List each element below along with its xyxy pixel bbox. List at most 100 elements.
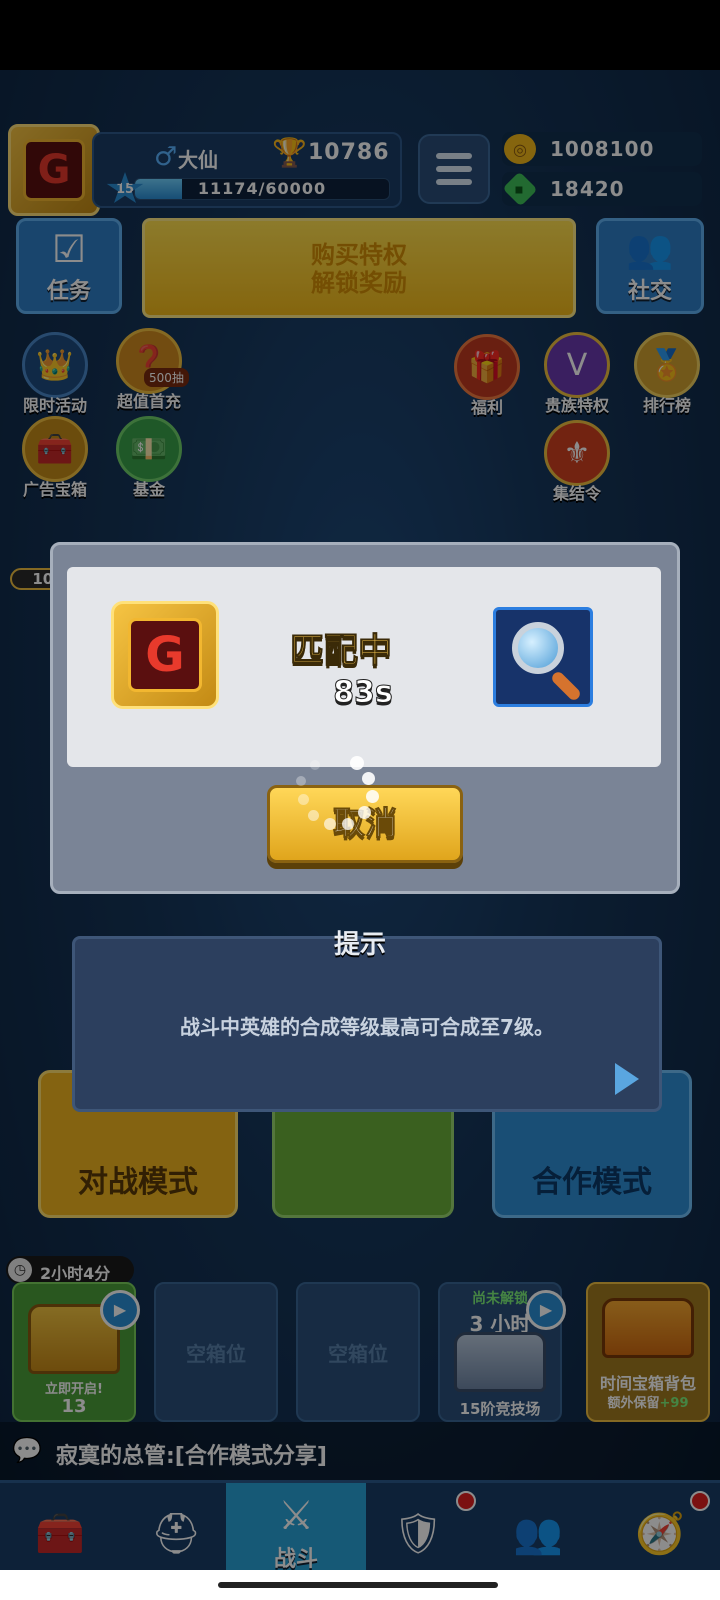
gold-counter[interactable]: ◎ 1008100 [502,132,702,166]
gesture-bar [0,1570,720,1600]
player-match-avatar: G [111,601,219,709]
trophy-count: 10786 [308,140,390,165]
pvp-mode-label: 对战模式 [78,1165,198,1200]
tip-dialog[interactable]: 战斗中英雄的合成等级最高可合成至7级。 [72,936,662,1112]
magnifier-handle [549,669,583,703]
dragon-emblem-icon: G [128,618,202,692]
gem-counter[interactable]: ◆ 18420 [502,171,702,207]
chest-slot-2[interactable]: 空箱位 [154,1282,278,1422]
rally-label: 集结令 [552,484,601,503]
empty-slot-label: 空箱位 [186,1342,246,1366]
search-opponent-slot [493,607,593,707]
banner-text: 购买特权 解锁奖励 [145,241,573,297]
chest-timer-text: 2小时4分 [40,1264,111,1283]
status-bar [0,0,720,70]
noble-privilege-label: 贵族特权 [544,396,609,415]
cancel-match-button[interactable]: 取消 [267,785,463,863]
banner-line-2: 解锁奖励 [311,269,407,297]
gold-amount: 1008100 [550,137,655,161]
fund-label: 基金 [132,480,165,499]
nav-shop[interactable]: 🧰 [0,1483,120,1570]
chest-timer: ◷ 2小时4分 [6,1256,134,1284]
nav-battle-label: 战斗 [273,1547,318,1570]
privilege-banner[interactable]: 购买特权 解锁奖励 [142,218,576,318]
gem-amount: 18420 [550,177,625,201]
first-recharge-button[interactable]: ❓ 500抽 超值首充 [106,328,192,412]
next-arrow-icon[interactable] [615,1063,639,1095]
people-icon: 👥 [626,227,674,271]
fund-button[interactable]: 💵 基金 [106,416,192,500]
compass-icon: 🧭 [635,1510,685,1557]
chat-message: 寂寞的总管:[合作模式分享] [56,1444,327,1469]
treasure-chest-icon: 🧰 [35,1510,85,1557]
noble-privilege-button[interactable]: Ⅴ 贵族特权 [534,332,620,416]
draw-badge: 500抽 [144,368,189,387]
menu-button[interactable] [418,134,490,204]
backpack-subtitle: 额外保留+99 [588,1392,708,1411]
rally-button[interactable]: ⚜ 集结令 [534,420,620,504]
hamburger-icon-bar [436,153,472,159]
nav-heroes[interactable]: ⛑ [116,1483,236,1570]
limited-event-button[interactable]: 👑 限时活动 [12,332,98,416]
chest-slot-4[interactable]: 尚未解锁 3 小时 ▶ 15阶竞技场 [438,1282,566,1422]
xp-text: 11174/60000 [197,179,327,198]
matchmaking-content: G 匹配中 83s [67,567,661,767]
first-recharge-label: 超值首充 [116,392,181,411]
backpack-sub-text: 额外保留 [607,1396,660,1411]
chest-slot-1[interactable]: ▶ 立即开启! 13 [12,1282,140,1422]
crown-icon: 👑 [22,332,88,398]
bottom-nav: 🧰 ⛑ ⚔ 战斗 🛡 👥 🧭 [0,1480,720,1570]
cancel-label: 取消 [332,804,397,843]
crossed-swords-icon: ⚔ [278,1493,314,1539]
notification-dot [456,1491,476,1511]
player-level: 15 [115,181,135,197]
player-name: 大仙 [178,148,218,172]
gender-icon: ♂ [154,142,178,172]
chest-slot-3[interactable]: 空箱位 [296,1282,420,1422]
profile-bar[interactable]: ♂ 大仙 🏆 10786 11174/60000 15 [92,132,402,208]
backpack-extra: +99 [659,1396,689,1411]
banner-line-1: 购买特权 [311,241,407,269]
group-icon: 👥 [513,1510,563,1557]
player-avatar[interactable]: G [8,124,100,216]
video-ad-icon: ▶ [100,1290,140,1330]
backpack-title: 时间宝箱背包 [599,1374,696,1393]
coop-mode-label: 合作模式 [532,1165,652,1200]
welfare-button[interactable]: 🎁 福利 [444,334,530,418]
tip-message: 战斗中英雄的合成等级最高可合成至7级。 [180,1015,554,1039]
chat-ticker[interactable]: 💬 寂寞的总管:[合作模式分享] [0,1422,720,1480]
nav-battle[interactable]: ⚔ 战斗 [226,1483,366,1570]
gold-coin-icon: ◎ [504,134,536,164]
treasure-chest-icon: 🧰 [22,416,88,482]
tip-title: 提示 [333,930,386,960]
open-now-label: 立即开启! [45,1382,103,1397]
matching-status: 匹配中 [290,631,393,672]
leaderboard-label: 排行榜 [642,396,691,415]
notification-dot [690,1491,710,1511]
magnifier-icon [512,622,564,674]
hamburger-icon-bar [436,179,472,185]
matching-timer: 83s [333,675,394,711]
knight-helmet-icon: ⛑ [150,1510,202,1557]
dragon-emblem-icon: G [23,139,85,201]
time-chest-backpack[interactable]: 时间宝箱背包 额外保留+99 [586,1282,710,1422]
tasks-label: 任务 [46,279,91,304]
tasks-button[interactable]: ☑ 任务 [16,218,122,314]
money-pile-icon: 💵 [116,416,182,482]
limited-event-label: 限时活动 [22,396,87,415]
backpack-icon [602,1298,694,1358]
rally-crest-icon: ⚜ [544,420,610,486]
ad-chest-button[interactable]: 🧰 广告宝箱 [12,416,98,500]
gem-icon: ◆ [502,171,538,207]
social-button[interactable]: 👥 社交 [596,218,704,314]
leaderboard-button[interactable]: 🏅 排行榜 [624,332,710,416]
gift-bag-icon: 🎁 [454,334,520,400]
welfare-label: 福利 [470,398,503,417]
checklist-icon: ☑ [51,227,87,271]
video-ad-icon: ▶ [526,1290,566,1330]
silver-chest-icon [454,1332,546,1392]
home-indicator[interactable] [218,1582,498,1588]
nav-friends[interactable]: 👥 [478,1483,598,1570]
crown-shield-icon: 🛡 [392,1510,444,1557]
clock-icon: ◷ [8,1258,32,1282]
